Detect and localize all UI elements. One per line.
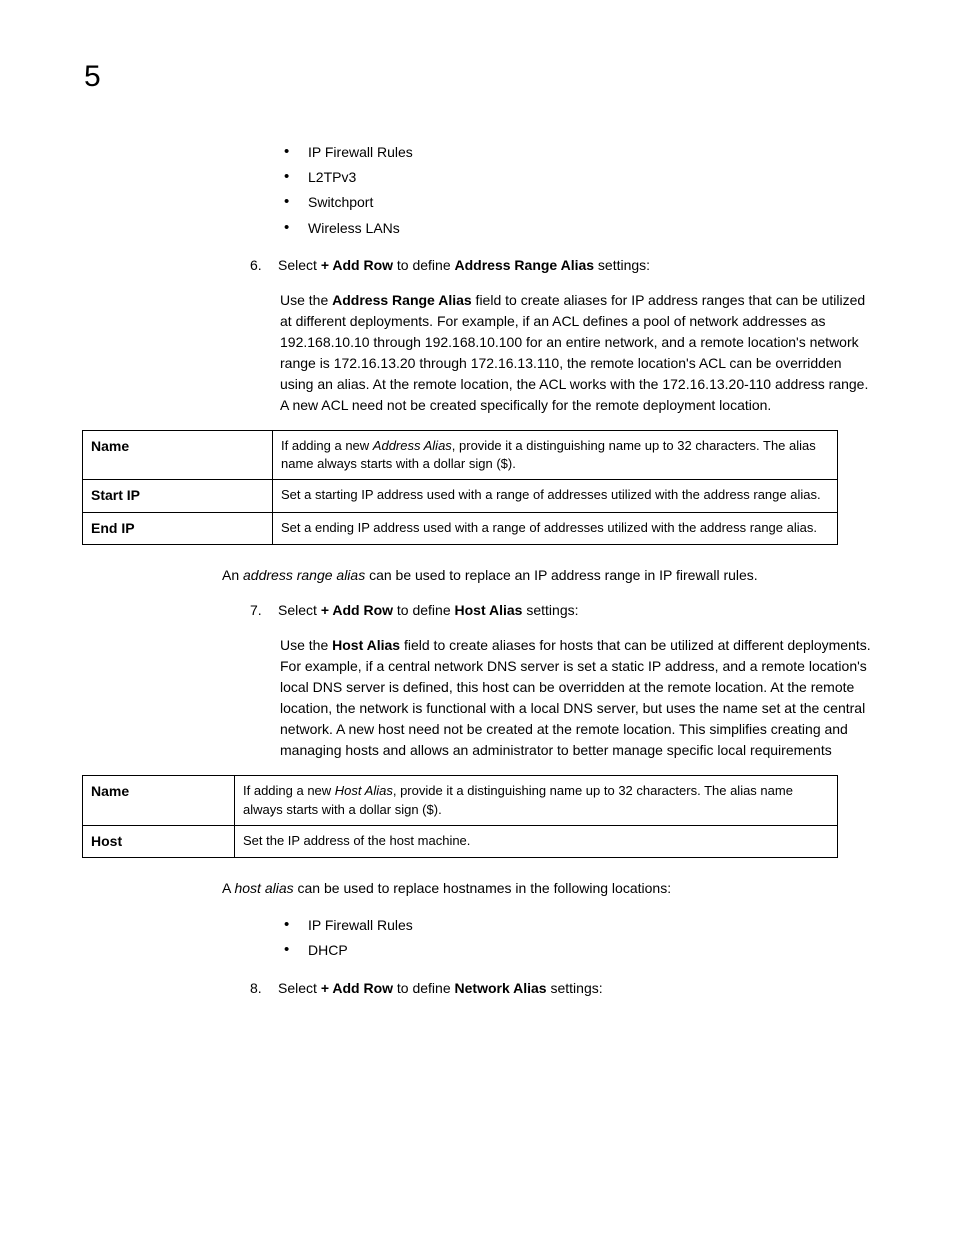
text-bold: + Add Row — [321, 602, 393, 618]
table-row: End IP Set a ending IP address used with… — [83, 512, 838, 545]
text: Set a ending IP address used with a rang… — [281, 520, 817, 535]
text: to define — [393, 602, 455, 618]
list-item: Wireless LANs — [282, 216, 872, 241]
text: settings: — [522, 602, 578, 618]
list-item: DHCP — [282, 938, 872, 963]
cell-label: End IP — [83, 512, 273, 545]
list-item: Switchport — [282, 190, 872, 215]
text: to define — [393, 980, 455, 996]
cell-desc: If adding a new Host Alias, provide it a… — [235, 776, 838, 825]
text: field to create aliases for hosts that c… — [280, 637, 871, 758]
text: A — [222, 880, 234, 896]
cell-desc: Set a ending IP address used with a rang… — [273, 512, 838, 545]
text: field to create aliases for IP address r… — [280, 292, 868, 413]
step-7: 7. Select + Add Row to define Host Alias… — [250, 600, 872, 621]
text-italic: Host Alias — [335, 783, 393, 798]
bullet-list-2: IP Firewall Rules DHCP — [282, 913, 872, 963]
text-italic: Address Alias — [373, 438, 452, 453]
text: Select — [278, 602, 321, 618]
chapter-number: 5 — [84, 60, 101, 94]
step-8: 8. Select + Add Row to define Network Al… — [250, 978, 872, 999]
text-bold: + Add Row — [321, 257, 393, 273]
step-number: 6. — [250, 255, 274, 276]
text-italic: host alias — [234, 880, 293, 896]
paragraph-after-table1: An address range alias can be used to re… — [222, 565, 872, 586]
cell-desc: If adding a new Address Alias, provide i… — [273, 430, 838, 479]
list-item: IP Firewall Rules — [282, 140, 872, 165]
text-bold: Address Range Alias — [455, 257, 595, 273]
step-number: 7. — [250, 600, 274, 621]
paragraph-step7: Use the Host Alias field to create alias… — [280, 635, 872, 761]
host-alias-table: Name If adding a new Host Alias, provide… — [82, 775, 838, 858]
page-content: IP Firewall Rules L2TPv3 Switchport Wire… — [82, 140, 872, 999]
text: If adding a new — [281, 438, 373, 453]
paragraph-after-table2: A host alias can be used to replace host… — [222, 878, 872, 899]
table-row: Start IP Set a starting IP address used … — [83, 480, 838, 513]
text: Use the — [280, 637, 332, 653]
cell-label: Name — [83, 776, 235, 825]
step-number: 8. — [250, 978, 274, 999]
paragraph-step6: Use the Address Range Alias field to cre… — [280, 290, 872, 416]
text-bold: Address Range Alias — [332, 292, 472, 308]
cell-desc: Set the IP address of the host machine. — [235, 825, 838, 858]
text: Select — [278, 257, 321, 273]
text-bold: Host Alias — [455, 602, 523, 618]
text-bold: Network Alias — [455, 980, 547, 996]
table-row: Host Set the IP address of the host mach… — [83, 825, 838, 858]
list-item: L2TPv3 — [282, 165, 872, 190]
text: to define — [393, 257, 455, 273]
bullet-list-1: IP Firewall Rules L2TPv3 Switchport Wire… — [282, 140, 872, 241]
step-text: Select + Add Row to define Network Alias… — [278, 978, 603, 999]
cell-label: Name — [83, 430, 273, 479]
text: can be used to replace an IP address ran… — [365, 567, 758, 583]
cell-label: Start IP — [83, 480, 273, 513]
text: Select — [278, 980, 321, 996]
address-range-alias-table: Name If adding a new Address Alias, prov… — [82, 430, 838, 546]
cell-label: Host — [83, 825, 235, 858]
cell-desc: Set a starting IP address used with a ra… — [273, 480, 838, 513]
list-item: IP Firewall Rules — [282, 913, 872, 938]
step-text: Select + Add Row to define Address Range… — [278, 255, 650, 276]
text-bold: Host Alias — [332, 637, 400, 653]
text: Set a starting IP address used with a ra… — [281, 487, 821, 502]
text: can be used to replace hostnames in the … — [294, 880, 671, 896]
text: Set the IP address of the host machine. — [243, 833, 470, 848]
text: Use the — [280, 292, 332, 308]
text: settings: — [594, 257, 650, 273]
step-6: 6. Select + Add Row to define Address Ra… — [250, 255, 872, 276]
step-text: Select + Add Row to define Host Alias se… — [278, 600, 579, 621]
table-row: Name If adding a new Host Alias, provide… — [83, 776, 838, 825]
text-bold: + Add Row — [321, 980, 393, 996]
text: An — [222, 567, 243, 583]
table-row: Name If adding a new Address Alias, prov… — [83, 430, 838, 479]
text: settings: — [547, 980, 603, 996]
text-italic: address range alias — [243, 567, 365, 583]
text: If adding a new — [243, 783, 335, 798]
